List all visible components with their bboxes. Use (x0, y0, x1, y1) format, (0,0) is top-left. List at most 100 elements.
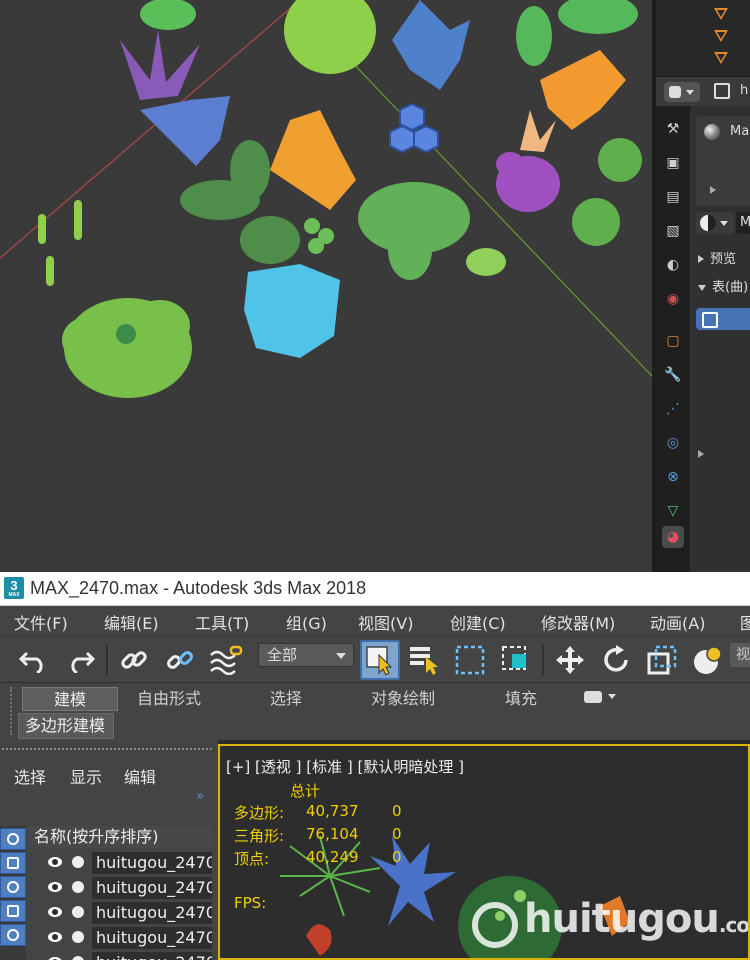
material-name[interactable]: Ma (730, 124, 749, 139)
object-name[interactable]: huitugou_2470_ (92, 852, 212, 874)
menu-view[interactable]: 视图(V) (358, 610, 413, 634)
bind-space-warp-icon[interactable] (208, 642, 244, 678)
filter-shapes-icon[interactable] (0, 852, 26, 874)
physics-tab-icon[interactable]: ◎ (662, 432, 684, 454)
expand-triangle-icon[interactable] (698, 450, 704, 458)
outliner-row[interactable] (708, 8, 748, 28)
menu-animation[interactable]: 动画(A) (650, 610, 705, 634)
section-surface-label: 表(曲) (712, 280, 749, 295)
menu-create[interactable]: 创建(C) (450, 610, 506, 634)
placement-icon[interactable] (690, 642, 726, 678)
material-tab-icon[interactable]: ◕ (662, 526, 684, 548)
eye-icon[interactable] (48, 857, 62, 867)
ribbon-tab-populate[interactable]: 填充 (496, 687, 546, 711)
link-icon[interactable] (116, 642, 152, 678)
selection-filter-dropdown[interactable]: 全部 (258, 643, 354, 667)
outliner-row[interactable] (708, 52, 748, 72)
plant-cyan-succulent (244, 264, 340, 358)
window-crossing-icon[interactable] (498, 642, 534, 678)
eye-icon[interactable] (48, 907, 62, 917)
filter-lights-icon[interactable] (0, 876, 26, 898)
expand-triangle-icon[interactable] (710, 186, 716, 194)
scene-tab-icon[interactable]: ◐ (662, 254, 684, 276)
material-browse-dropdown[interactable] (696, 212, 734, 234)
surface-shader-slot[interactable] (696, 308, 750, 330)
section-preview[interactable]: 预览 (698, 248, 736, 267)
view-layer-tab-icon[interactable]: ▧ (662, 220, 684, 242)
panel-grip[interactable] (2, 748, 212, 750)
rectangle-region-icon[interactable] (452, 642, 488, 678)
tool-tab-icon[interactable]: ⚒ (662, 118, 684, 140)
constraints-tab-icon[interactable]: ⊗ (662, 466, 684, 488)
object-tab-icon[interactable]: ▢ (662, 330, 684, 352)
plant-clover (304, 218, 334, 254)
eye-icon[interactable] (48, 932, 62, 942)
menu-tools[interactable]: 工具(T) (195, 610, 249, 634)
list-item[interactable]: huitugou_2470_ (28, 877, 212, 901)
ribbon-tab-modeling[interactable]: 建模 (22, 687, 118, 711)
unlink-icon[interactable] (162, 642, 198, 678)
3dsmax-app-icon[interactable]: 3 MAX (4, 577, 24, 599)
list-item[interactable]: huitugou_2470_ (28, 902, 212, 926)
eye-icon[interactable] (48, 882, 62, 892)
move-icon[interactable] (552, 642, 588, 678)
rotate-icon[interactable] (598, 642, 634, 678)
material-name-field[interactable]: M (736, 212, 750, 234)
plant-orange-lily (540, 50, 626, 130)
select-object-icon[interactable] (360, 640, 400, 680)
object-name[interactable]: huitugou_2470_ (92, 902, 212, 924)
list-item[interactable]: huitugou_2470_ (28, 852, 212, 876)
output-tab-icon[interactable]: ▤ (662, 186, 684, 208)
ribbon-tab-freeform[interactable]: 自由形式 (124, 687, 214, 711)
object-name[interactable]: huitugou_2470_ (92, 927, 212, 949)
viewport-label[interactable]: [+] [透视 ] [标准 ] [默认明暗处理 ] (226, 756, 464, 777)
maximize-icon[interactable] (714, 83, 730, 99)
explorer-menu-edit[interactable]: 编辑 (124, 764, 156, 788)
select-by-name-icon[interactable] (406, 642, 442, 678)
menu-file[interactable]: 文件(F) (14, 610, 68, 634)
scale-icon[interactable] (644, 642, 680, 678)
filter-helpers-icon[interactable] (0, 924, 26, 946)
editor-type-dropdown[interactable] (664, 82, 700, 102)
ribbon-tab-selection[interactable]: 选择 (256, 687, 316, 711)
toolbar-separator (106, 645, 108, 675)
reference-coordinate-dropdown[interactable]: 视 (730, 643, 750, 667)
menu-group[interactable]: 组(G) (286, 610, 327, 634)
outliner-row[interactable] (708, 30, 748, 50)
particles-tab-icon[interactable]: ⋰ (662, 398, 684, 420)
render-toggle-icon[interactable] (72, 856, 84, 868)
undo-icon[interactable] (16, 642, 52, 678)
filter-geometry-icon[interactable] (0, 828, 26, 850)
redo-icon[interactable] (62, 642, 98, 678)
render-toggle-icon[interactable] (72, 881, 84, 893)
render-toggle-icon[interactable] (72, 906, 84, 918)
properties-tab-column: ⚒ ▣ ▤ ▧ ◐ ◉ ▢ 🔧 ⋰ ◎ ⊗ ▽ ◕ (656, 106, 690, 572)
expanded-triangle-icon (698, 285, 706, 291)
ribbon-options-icon[interactable] (584, 691, 616, 703)
modifier-wrench-icon[interactable]: 🔧 (662, 364, 684, 386)
explorer-menu-display[interactable]: 显示 (70, 764, 102, 788)
menu-edit[interactable]: 编辑(E) (104, 610, 159, 634)
double-chevron-icon[interactable]: » (196, 788, 204, 804)
object-name[interactable]: huitugou_2470_ (92, 952, 212, 960)
explorer-menu-select[interactable]: 选择 (14, 764, 46, 788)
perspective-viewport[interactable]: [+] [透视 ] [标准 ] [默认明暗处理 ] 总计 多边形: 40,737… (218, 744, 750, 960)
menu-graph[interactable]: 图 (740, 610, 750, 634)
section-surface[interactable]: 表(曲) (698, 276, 748, 295)
properties-search-text[interactable]: h (740, 83, 748, 98)
ribbon-grip[interactable] (10, 687, 14, 735)
object-name[interactable]: huitugou_2470_ (92, 877, 212, 899)
filter-cameras-icon[interactable] (0, 900, 26, 922)
list-item[interactable]: huitugou_2470_ (28, 927, 212, 951)
ribbon-tab-object-paint[interactable]: 对象绘制 (360, 687, 446, 711)
render-toggle-icon[interactable] (72, 931, 84, 943)
polygon-modeling-panel[interactable]: 多边形建模 (18, 713, 114, 739)
render-tab-icon[interactable]: ▣ (662, 152, 684, 174)
data-tab-icon[interactable]: ▽ (662, 500, 684, 522)
render-toggle-icon[interactable] (72, 956, 84, 960)
menu-modifiers[interactable]: 修改器(M) (541, 610, 615, 634)
blender-3d-viewport[interactable] (0, 0, 652, 572)
name-column-header[interactable]: 名称(按升序排序) (28, 826, 212, 848)
world-tab-icon[interactable]: ◉ (662, 288, 684, 310)
list-item[interactable]: huitugou_2470_ (28, 952, 212, 960)
